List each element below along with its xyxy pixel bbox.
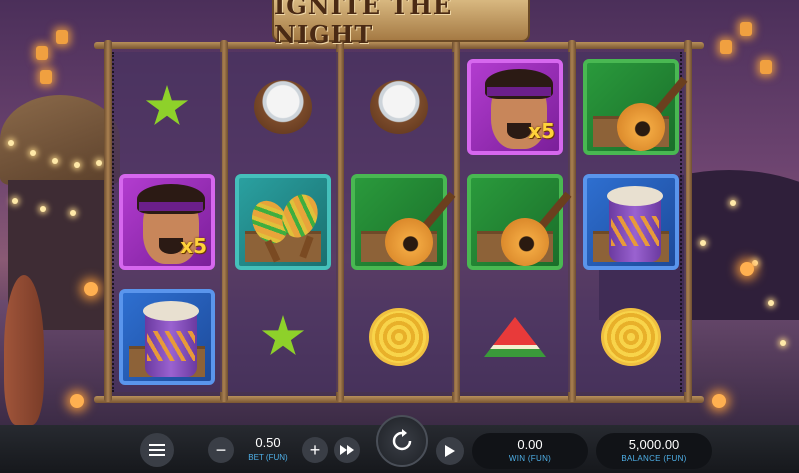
reel-1: x5 (112, 52, 222, 392)
green-tile (467, 174, 572, 276)
game-title: IGNITE THE NIGHT (274, 0, 453, 49)
guitar-icon (491, 188, 572, 276)
reel-2 (228, 52, 338, 392)
multiplier-label: x5 (528, 119, 555, 143)
symbol-guitar (576, 52, 688, 162)
menu-button[interactable] (140, 433, 174, 467)
watermelon-icon (484, 317, 546, 357)
reel-3 (344, 52, 456, 392)
blue-tile (119, 289, 215, 385)
green-tile (583, 59, 688, 161)
balance-display: 5,000.00 BALANCE (FUN) (596, 433, 712, 469)
purple-tile: x5 (467, 59, 563, 155)
reel-5 (576, 52, 688, 392)
lantern (720, 40, 732, 54)
balance-value: 5,000.00 (628, 437, 680, 452)
bet-display: 0.50 BET (FUN) (238, 435, 298, 462)
symbol-coconut (228, 52, 338, 162)
lantern (40, 70, 52, 84)
bamboo-pole (104, 40, 112, 402)
drum-icon (607, 186, 663, 266)
symbol-drummer-x5: x5 (460, 52, 570, 162)
hamburger-menu-icon (149, 444, 165, 456)
purple-tile: x5 (119, 174, 215, 270)
symbol-pineapple (576, 282, 686, 392)
win-display: 0.00 WIN (FUN) (472, 433, 588, 469)
surfboard (4, 275, 44, 425)
balance-label: BALANCE (FUN) (621, 454, 687, 463)
multiplier-label: x5 (180, 234, 207, 258)
symbol-guitar (344, 167, 456, 277)
symbol-watermelon (460, 282, 570, 392)
turbo-button[interactable] (334, 437, 360, 463)
symbol-maracas (228, 167, 338, 277)
symbol-star-fruit (112, 52, 222, 162)
symbol-pineapple (344, 282, 454, 392)
symbol-drum (112, 282, 222, 392)
symbol-star-fruit (228, 282, 338, 392)
pineapple-icon (601, 308, 661, 366)
bet-increase-button[interactable]: + (302, 437, 328, 463)
bet-decrease-button[interactable]: − (208, 437, 234, 463)
spin-button[interactable] (376, 415, 428, 467)
drum-icon (143, 301, 199, 381)
autoplay-button[interactable] (436, 437, 464, 465)
fast-forward-icon (340, 445, 354, 455)
win-value: 0.00 (517, 437, 543, 452)
lantern (36, 46, 48, 60)
reel-4: x5 (460, 52, 572, 392)
symbol-guitar (460, 167, 572, 277)
blue-tile (583, 174, 679, 270)
maracas-icon (245, 189, 324, 263)
coconut-icon (370, 80, 428, 134)
lantern (740, 22, 752, 36)
star-fruit-icon (253, 307, 313, 367)
bet-value: 0.50 (255, 435, 281, 450)
lantern (56, 30, 68, 44)
play-icon (445, 445, 455, 457)
plus-icon: + (309, 439, 321, 460)
reels-frame: x5 x5 (94, 40, 704, 403)
game-title-sign: IGNITE THE NIGHT (272, 0, 530, 49)
lantern (760, 60, 772, 74)
teal-tile (235, 174, 331, 270)
win-label: WIN (FUN) (508, 454, 552, 463)
hut-roof (0, 95, 120, 185)
bet-label: BET (FUN) (248, 453, 288, 462)
coconut-icon (254, 80, 312, 134)
symbol-drum (576, 167, 686, 277)
minus-icon: − (215, 439, 227, 460)
guitar-icon (375, 188, 456, 276)
green-tile (351, 174, 456, 276)
guitar-icon (607, 73, 688, 161)
control-bar: − 0.50 BET (FUN) + 0.00 WIN (FUN) 5,000.… (0, 415, 799, 473)
symbol-coconut (344, 52, 454, 162)
pineapple-icon (369, 308, 429, 366)
spin-arrow-icon (392, 429, 412, 451)
bottom-bamboo-bar (94, 396, 704, 403)
symbol-drummer-x5: x5 (112, 167, 222, 277)
star-fruit-icon (137, 77, 197, 137)
